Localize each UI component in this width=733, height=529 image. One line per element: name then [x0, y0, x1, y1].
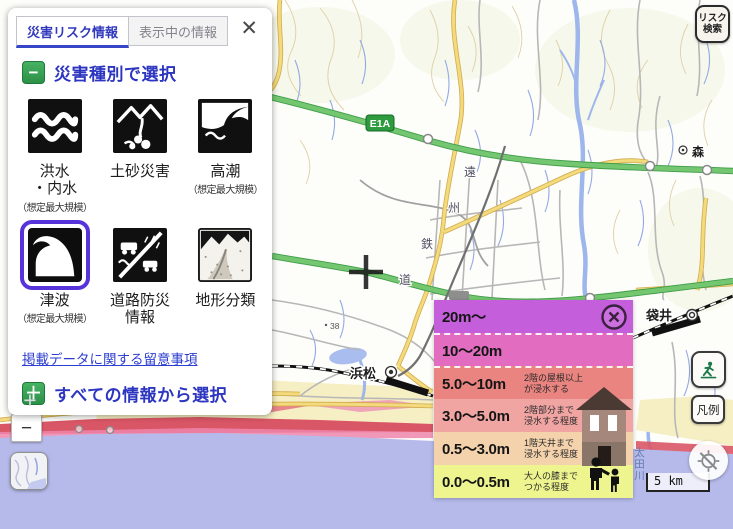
hazard-tile-storm-surge[interactable]: 高潮 （想定最大規模） [183, 91, 268, 214]
flood-icon [28, 99, 82, 153]
disaster-risk-panel: 災害リスク情報 表示中の情報 ✕ − 災害種別で選択 洪水 ・内水 （想定最大規… [8, 8, 272, 415]
legend-toggle-button[interactable]: 凡例 [691, 395, 725, 424]
legend-depth-range: 0.5～3.0m [442, 438, 524, 459]
legend-close-button[interactable] [600, 303, 628, 331]
hazard-type-grid: 洪水 ・内水 （想定最大規模） 土砂災害 [8, 91, 272, 340]
landform-icon [198, 228, 252, 282]
gps-disabled-icon [695, 446, 722, 476]
hazard-sublabel: （想定最大規模） [12, 199, 97, 214]
legend-depth-desc: 2階の屋根以上 が浸水する [524, 373, 583, 395]
tsunami-icon [28, 228, 82, 282]
city-label-hamamatsu: 浜松 [350, 366, 376, 381]
railway-label-char: 州 [448, 201, 460, 215]
hazard-sublabel [97, 328, 182, 340]
tsunami-depth-legend: 20m～ 10～20m 5.0～10m 2階の屋根以上 が浸水する 3.0～5.… [434, 300, 633, 498]
evacuation-site-button[interactable] [691, 351, 726, 388]
railway-label-char: 道 [399, 273, 411, 287]
panel-close-button[interactable]: ✕ [234, 16, 264, 41]
expressway-badge-label: E1A [370, 118, 391, 130]
hazard-sublabel [183, 310, 268, 322]
zoom-in-button[interactable]: + [16, 387, 44, 413]
hazard-tile-flood[interactable]: 洪水 ・内水 （想定最大規模） [12, 91, 97, 214]
road-disaster-icon [113, 228, 167, 282]
risk-search-button[interactable]: リスク 検索 [695, 5, 730, 43]
legend-depth-desc: 2階部分まで 浸水する程度 [524, 405, 578, 427]
storm-surge-icon [198, 99, 252, 153]
hazard-label: 洪水 ・内水 [12, 163, 97, 198]
railway-label-char: 鉄 [421, 236, 433, 251]
railway-label-char: 遠 [464, 165, 476, 179]
hazard-label: 土砂災害 [97, 163, 182, 180]
current-location-button[interactable] [689, 441, 728, 480]
legend-row: 5.0～10m 2階の屋根以上 が浸水する [434, 366, 633, 399]
legend-depth-range: 3.0～5.0m [442, 405, 524, 426]
elevation-point-label: 38 [330, 321, 340, 331]
panel-tab-bar: 災害リスク情報 表示中の情報 ✕ [8, 16, 272, 48]
city-label-fukuroi: 袋井 [645, 308, 672, 323]
legend-depth-range: 20m～ [442, 306, 524, 327]
legend-row: 10～20m [434, 333, 633, 366]
section-select-from-all: ＋ すべての情報から選択 [22, 381, 272, 406]
town-label-mori: 森 [692, 144, 705, 159]
hazard-tile-landform[interactable]: 地形分類 [183, 220, 268, 340]
app-window: E1A 浜松 袋井 森 遠 州 鉄 道 38 20m～ [0, 0, 733, 529]
running-person-icon [699, 358, 718, 382]
river-label-otagawa: 太田川 [632, 447, 647, 482]
hazard-label: 道路防災 情報 [97, 292, 182, 327]
section-select-by-type: − 災害種別で選択 [22, 60, 272, 85]
hazard-sublabel: （想定最大規模） [12, 310, 97, 325]
hazard-sublabel: （想定最大規模） [183, 181, 268, 196]
tab-displayed-info[interactable]: 表示中の情報 [129, 16, 228, 46]
legend-depth-range: 5.0～10m [442, 373, 524, 394]
expressway-badge: E1A [366, 115, 394, 131]
legend-depth-range: 0.0～0.5m [442, 471, 524, 492]
legend-depth-range: 10～20m [442, 340, 524, 361]
landslide-icon [113, 99, 167, 153]
legend-depth-desc: 大人の膝まで つかる程度 [524, 471, 578, 493]
section-title: すべての情報から選択 [54, 381, 227, 406]
overview-minimap-button[interactable] [10, 452, 48, 490]
close-circle-icon [600, 303, 628, 331]
legend-depth-desc: 1階天井まで 浸水する程度 [524, 438, 578, 460]
hazard-sublabel [97, 181, 182, 193]
tab-disaster-risk-info[interactable]: 災害リスク情報 [16, 16, 129, 48]
legend-row: 0.5～3.0m 1階天井まで 浸水する程度 [434, 432, 633, 465]
collapse-minus-icon[interactable]: − [22, 61, 45, 84]
zoom-out-button[interactable]: − [11, 414, 42, 442]
section-title: 災害種別で選択 [54, 60, 177, 85]
hazard-label: 高潮 [183, 163, 268, 180]
minimap-thumbnail [11, 454, 46, 489]
legend-row: 3.0～5.0m 2階部分まで 浸水する程度 [434, 399, 633, 432]
hazard-label: 津波 [12, 292, 97, 309]
hazard-tile-tsunami[interactable]: 津波 （想定最大規模） [12, 220, 97, 340]
data-notes-link[interactable]: 掲載データに関する留意事項 [22, 348, 198, 368]
hazard-label: 地形分類 [183, 292, 268, 309]
hazard-tile-landslide[interactable]: 土砂災害 [97, 91, 182, 214]
hazard-tile-road-disaster[interactable]: 道路防災 情報 [97, 220, 182, 340]
legend-row: 0.0～0.5m 大人の膝まで つかる程度 [434, 465, 633, 498]
